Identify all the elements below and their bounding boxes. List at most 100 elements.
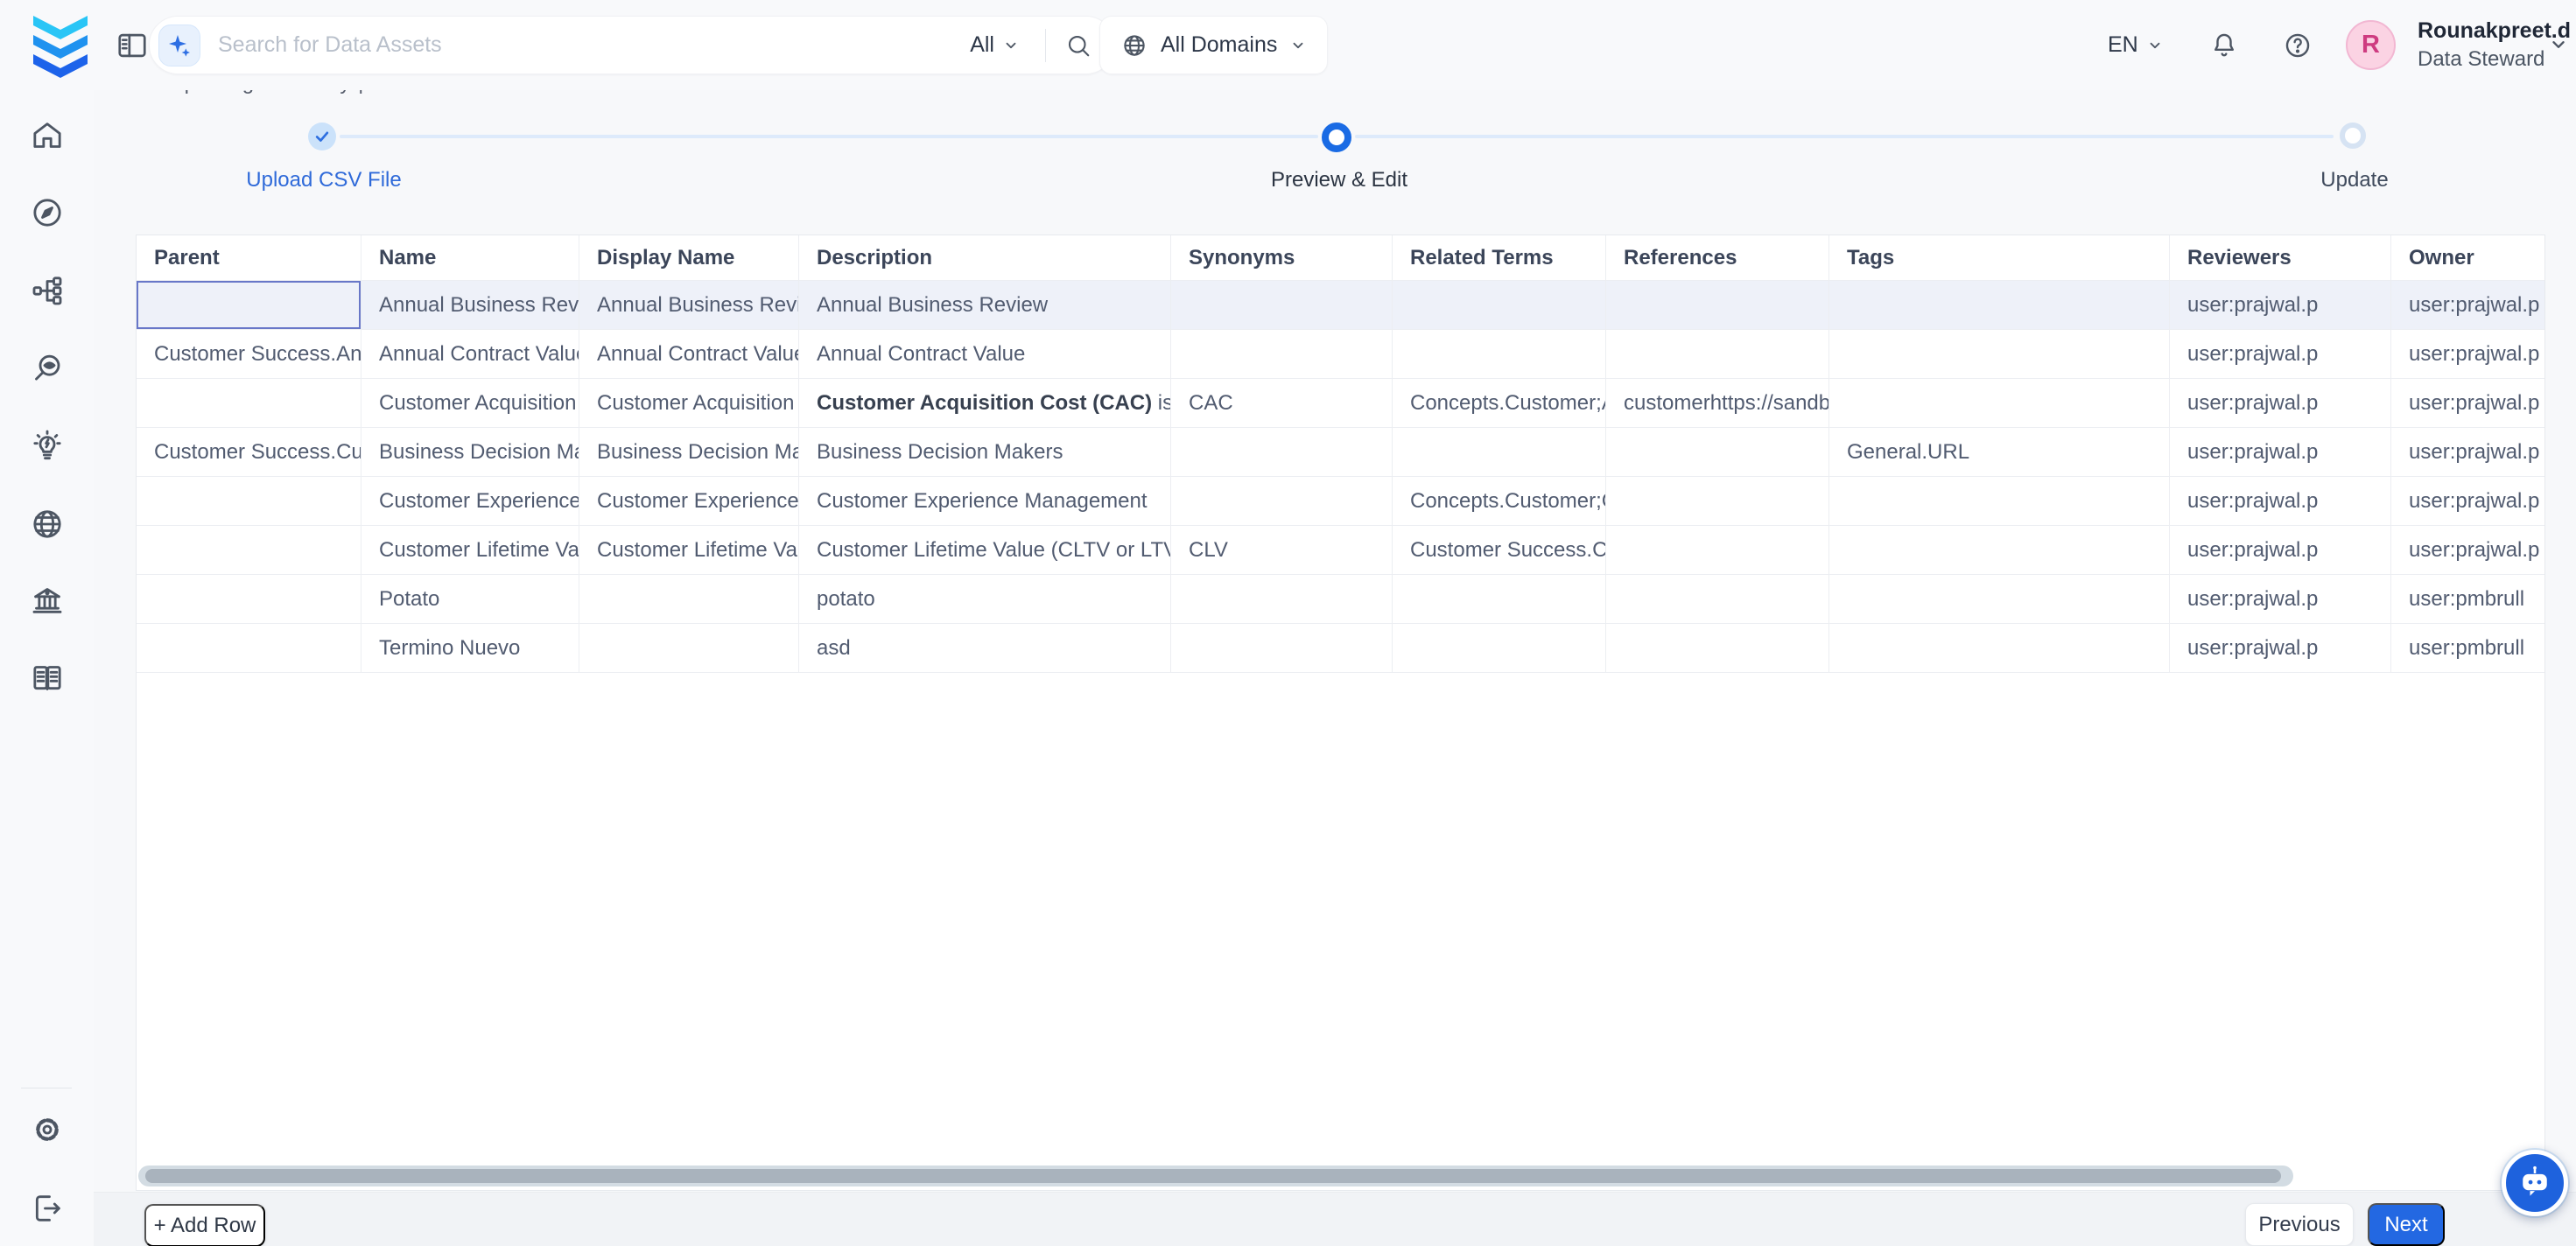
search-input[interactable] <box>218 32 963 58</box>
cell-name[interactable]: Customer Acquisition ... <box>361 379 579 428</box>
sidebar-toggle-icon[interactable] <box>116 29 149 62</box>
cell-description[interactable]: Annual Contract Value <box>799 330 1171 379</box>
cell-parent[interactable] <box>137 624 361 673</box>
avatar[interactable]: R <box>2346 20 2396 70</box>
cell-display-name[interactable]: Annual Contract Value ... <box>579 330 799 379</box>
cell-description[interactable]: asd <box>799 624 1171 673</box>
cell-related-terms[interactable] <box>1393 281 1606 330</box>
cell-tags[interactable] <box>1829 575 2170 624</box>
cell-description[interactable]: Customer Experience Management <box>799 477 1171 526</box>
cell-name[interactable]: Termino Nuevo <box>361 624 579 673</box>
cell-description[interactable]: potato <box>799 575 1171 624</box>
cell-parent[interactable] <box>137 281 361 330</box>
next-button[interactable]: Next <box>2368 1203 2445 1246</box>
sidebar-item-logout[interactable] <box>30 1191 65 1226</box>
cell-owner[interactable]: user:prajwal.p <box>2391 428 2544 477</box>
help-button[interactable] <box>2283 0 2313 90</box>
cell-synonyms[interactable] <box>1171 428 1393 477</box>
sidebar-item-home[interactable] <box>30 118 65 153</box>
cell-description[interactable]: Annual Business Review <box>799 281 1171 330</box>
cell-owner[interactable]: user:prajwal.p <box>2391 526 2544 575</box>
cell-parent[interactable] <box>137 526 361 575</box>
sidebar-item-lineage[interactable] <box>30 273 65 308</box>
cell-synonyms[interactable] <box>1171 575 1393 624</box>
app-logo-icon[interactable] <box>25 9 96 82</box>
cell-tags[interactable] <box>1829 379 2170 428</box>
cell-tags[interactable]: General.URL <box>1829 428 2170 477</box>
cell-display-name[interactable]: Customer Acquisition ... <box>579 379 799 428</box>
previous-button[interactable]: Previous <box>2245 1203 2354 1246</box>
cell-owner[interactable]: user:prajwal.p <box>2391 379 2544 428</box>
ai-sparkle-icon[interactable] <box>158 24 200 66</box>
cell-name[interactable]: Business Decision Ma... <box>361 428 579 477</box>
cell-name[interactable]: Annual Business Review <box>361 281 579 330</box>
cell-description[interactable]: Business Decision Makers <box>799 428 1171 477</box>
sidebar-item-domains[interactable] <box>30 507 65 542</box>
cell-tags[interactable] <box>1829 624 2170 673</box>
cell-synonyms[interactable]: CAC <box>1171 379 1393 428</box>
chatbot-fab[interactable] <box>2502 1150 2568 1216</box>
search-scope-dropdown[interactable]: All <box>970 32 1019 58</box>
cell-related-terms[interactable] <box>1393 575 1606 624</box>
cell-synonyms[interactable] <box>1171 281 1393 330</box>
cell-related-terms[interactable]: Concepts.Customer;C... <box>1393 477 1606 526</box>
cell-related-terms[interactable]: Customer Success.Cu... <box>1393 526 1606 575</box>
sidebar-item-governance[interactable] <box>30 583 65 618</box>
cell-owner[interactable]: user:prajwal.p <box>2391 477 2544 526</box>
search-icon[interactable] <box>1065 32 1091 59</box>
sidebar-item-insights[interactable] <box>30 429 65 464</box>
cell-reviewers[interactable]: user:prajwal.p <box>2170 330 2391 379</box>
cell-related-terms[interactable]: Concepts.Customer;A... <box>1393 379 1606 428</box>
cell-references[interactable]: customerhttps://sandb... <box>1606 379 1829 428</box>
cell-name[interactable]: Customer Experience ... <box>361 477 579 526</box>
cell-parent[interactable]: Customer Success.Cu... <box>137 428 361 477</box>
user-menu-chevron-icon[interactable] <box>2549 35 2568 59</box>
cell-reviewers[interactable]: user:prajwal.p <box>2170 477 2391 526</box>
cell-owner[interactable]: user:pmbrull <box>2391 624 2544 673</box>
cell-reviewers[interactable]: user:prajwal.p <box>2170 428 2391 477</box>
cell-references[interactable] <box>1606 575 1829 624</box>
user-menu[interactable]: Rounakpreet.d Data Steward <box>2418 16 2571 74</box>
cell-tags[interactable] <box>1829 526 2170 575</box>
cell-tags[interactable] <box>1829 477 2170 526</box>
cell-synonyms[interactable] <box>1171 624 1393 673</box>
cell-owner[interactable]: user:pmbrull <box>2391 575 2544 624</box>
sidebar-item-settings[interactable] <box>30 1112 65 1147</box>
sidebar-item-glossary[interactable] <box>30 661 65 696</box>
cell-owner[interactable]: user:prajwal.p <box>2391 330 2544 379</box>
horizontal-scrollbar-thumb[interactable] <box>145 1169 2281 1183</box>
cell-owner[interactable]: user:prajwal.p <box>2391 281 2544 330</box>
cell-display-name[interactable]: Annual Business Revie... <box>579 281 799 330</box>
cell-name[interactable]: Customer Lifetime Value <box>361 526 579 575</box>
cell-reviewers[interactable]: user:prajwal.p <box>2170 379 2391 428</box>
cell-related-terms[interactable] <box>1393 330 1606 379</box>
cell-parent[interactable] <box>137 575 361 624</box>
cell-references[interactable] <box>1606 526 1829 575</box>
cell-synonyms[interactable] <box>1171 330 1393 379</box>
cell-description[interactable]: Customer Acquisition Cost (CAC) is a ... <box>799 379 1171 428</box>
cell-name[interactable]: Potato <box>361 575 579 624</box>
cell-display-name[interactable] <box>579 624 799 673</box>
cell-display-name[interactable]: Customer Lifetime Val... <box>579 526 799 575</box>
add-row-button[interactable]: + Add Row <box>144 1204 265 1246</box>
language-selector[interactable]: EN <box>2108 0 2163 90</box>
sidebar-item-explore[interactable] <box>30 195 65 230</box>
cell-parent[interactable] <box>137 477 361 526</box>
cell-related-terms[interactable] <box>1393 428 1606 477</box>
cell-synonyms[interactable]: CLV <box>1171 526 1393 575</box>
cell-synonyms[interactable] <box>1171 477 1393 526</box>
sidebar-item-observability[interactable] <box>30 351 65 386</box>
cell-reviewers[interactable]: user:prajwal.p <box>2170 575 2391 624</box>
cell-tags[interactable] <box>1829 281 2170 330</box>
cell-reviewers[interactable]: user:prajwal.p <box>2170 526 2391 575</box>
cell-parent[interactable] <box>137 379 361 428</box>
cell-references[interactable] <box>1606 428 1829 477</box>
cell-display-name[interactable]: Business Decision Ma... <box>579 428 799 477</box>
cell-display-name[interactable] <box>579 575 799 624</box>
cell-reviewers[interactable]: user:prajwal.p <box>2170 281 2391 330</box>
cell-display-name[interactable]: Customer Experience ... <box>579 477 799 526</box>
cell-references[interactable] <box>1606 477 1829 526</box>
cell-parent[interactable]: Customer Success.An... <box>137 330 361 379</box>
cell-related-terms[interactable] <box>1393 624 1606 673</box>
cell-name[interactable]: Annual Contract Value <box>361 330 579 379</box>
